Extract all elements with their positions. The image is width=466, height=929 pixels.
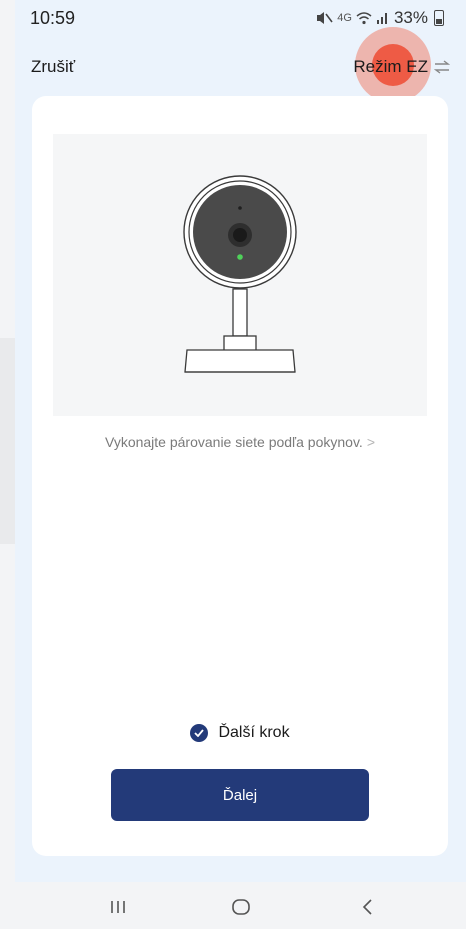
next-button[interactable]: Ďalej [111,769,369,821]
swap-arrows-icon [434,60,450,74]
ez-mode-switch[interactable]: Režim EZ [353,52,450,82]
ez-mode-label: Režim EZ [353,57,428,76]
next-step-label: Ďalší krok [218,724,290,741]
cancel-button[interactable]: Zrušiť [31,57,75,77]
wifi-icon [356,12,372,25]
left-edge-strip [0,0,15,929]
recent-apps-icon[interactable] [98,892,138,922]
camera-icon [183,175,297,373]
network-label: 4G [337,12,352,24]
next-step-checkbox-row[interactable]: Ďalší krok [32,724,448,742]
pairing-instructions-link[interactable]: Vykonajte párovanie siete podľa pokynov.… [32,434,448,450]
home-icon[interactable] [221,892,261,922]
system-nav-bar [15,882,466,929]
app-screen: 10:59 4G 33% Zrušiť Režim EZ Vykonajte p… [15,0,466,929]
chevron-right-icon: > [366,434,375,450]
instruction-text: Vykonajte párovanie siete podľa pokynov. [105,434,363,450]
status-icons: 4G 33% [315,8,444,28]
checkmark-icon[interactable] [190,724,209,742]
mute-icon [317,12,333,24]
back-icon[interactable] [348,892,388,922]
battery-icon [434,10,444,26]
camera-illustration [53,134,427,416]
signal-icon [376,13,387,24]
pairing-card: Vykonajte párovanie siete podľa pokynov.… [32,96,448,856]
battery-percent: 33% [393,8,428,27]
left-edge-shade [0,338,15,544]
status-time: 10:59 [30,8,76,28]
